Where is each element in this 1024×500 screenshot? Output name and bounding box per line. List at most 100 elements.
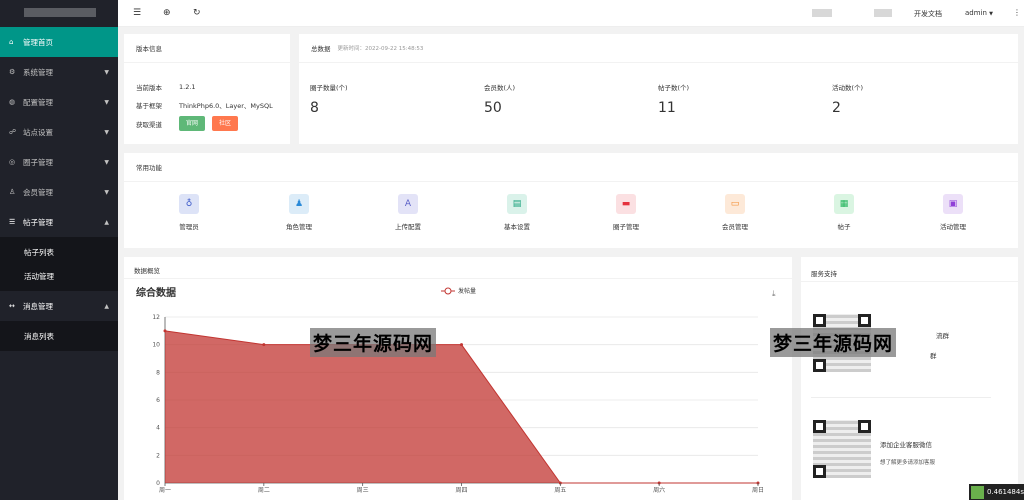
y-tick-label: 6 — [156, 397, 160, 404]
chevron-up-icon: ▲ — [104, 302, 109, 310]
x-tick-label: 周三 — [357, 487, 369, 494]
functions-card: 常用功能 — [124, 153, 1018, 248]
user-icon: ♙ — [9, 188, 16, 196]
stat-posts: 帖子数(个) 11 — [658, 84, 690, 116]
chevron-down-icon: ▼ — [104, 188, 109, 196]
y-tick-label: 0 — [156, 480, 160, 487]
func-role[interactable]: ♟ 角色管理 — [279, 194, 319, 231]
chevron-up-icon: ▲ — [104, 218, 109, 226]
logo — [0, 0, 118, 27]
service-subtext: 想了解更多请添加客服 — [880, 460, 936, 466]
perf-icon — [971, 485, 984, 499]
x-tick-label: 周一 — [159, 487, 171, 494]
role-icon: ♟ — [289, 194, 309, 214]
chevron-down-icon: ▼ — [104, 158, 109, 166]
x-tick-label: 周六 — [653, 486, 665, 494]
func-upload[interactable]: A 上传配置 — [388, 194, 428, 231]
data-point — [163, 329, 167, 333]
y-tick-label: 8 — [156, 369, 160, 376]
site-icon: ☍ — [9, 128, 17, 136]
x-tick-label: 周五 — [554, 487, 566, 494]
refresh-icon[interactable]: ↻ — [193, 8, 201, 18]
activity-icon: ▣ — [943, 194, 963, 214]
func-circle[interactable]: ▬ 圈子管理 — [606, 194, 646, 231]
x-tick-label: 周日 — [752, 487, 764, 494]
sub-item-message-list[interactable]: 消息列表 — [0, 324, 118, 348]
basic-settings-icon: ▤ — [507, 194, 527, 214]
home-icon: ⌂ — [9, 38, 14, 46]
post-icon: ☰ — [9, 218, 16, 226]
menu-item-member[interactable]: ♙ 会员管理 ▼ — [0, 177, 118, 207]
func-post[interactable]: ▦ 帖子 — [824, 194, 864, 231]
update-time: 更新时间：2022-09-22 15:48:53 — [337, 46, 424, 52]
blurred-item — [874, 9, 892, 17]
version-card: 版本信息 当前版本 1.2.1 基于框架 ThinkPhp6.0、Layer、MyS… — [124, 34, 290, 144]
docs-link[interactable]: 开发文档 — [914, 9, 942, 19]
func-member[interactable]: ▭ 会员管理 — [715, 194, 755, 231]
chevron-down-icon: ▼ — [989, 11, 994, 17]
card-title: 总数据 更新时间：2022-09-22 15:48:53 — [299, 34, 1018, 63]
chevron-down-icon: ▼ — [104, 128, 109, 136]
config-icon: ◍ — [9, 98, 16, 106]
chart: 综合数据 发帖量 ⤓ 0 2 4 6 8 10 12 周一 周二 周三 周四 周五 周六 周日 — [136, 286, 776, 494]
card-title: 服务支持 — [811, 270, 837, 278]
blurred-item — [812, 9, 832, 17]
series-area — [165, 330, 758, 483]
x-tick-label: 周四 — [455, 487, 467, 494]
settings-icon: ⚙ — [9, 68, 16, 76]
legend-item[interactable]: 发帖量 — [441, 287, 476, 295]
stat-circles: 圈子数量(个) 8 — [310, 84, 348, 116]
func-basic[interactable]: ▤ 基本设置 — [497, 194, 537, 231]
framework-row: 基于框架 ThinkPhp6.0、Layer、MySQL — [136, 102, 273, 110]
y-tick-label: 2 — [156, 452, 160, 459]
sub-item-activity[interactable]: 活动管理 — [0, 264, 118, 288]
menu-toggle-icon[interactable]: ☰ — [133, 8, 141, 18]
menu-item-post[interactable]: ☰ 帖子管理 ▲ — [0, 207, 118, 237]
menu-item-message[interactable]: ↔ 消息管理 ▲ — [0, 291, 118, 321]
globe-icon[interactable]: ⊕ — [163, 8, 171, 18]
chevron-down-icon: ▼ — [104, 98, 109, 106]
data-point — [262, 343, 266, 347]
channel-row: 获取渠道 官网 社区 — [136, 116, 245, 131]
func-admin[interactable]: ♁ 管理员 — [169, 194, 209, 231]
stat-activities: 活动数(个) 2 — [832, 84, 864, 116]
more-icon[interactable]: ⋮ — [1013, 8, 1021, 17]
sub-item-post-list[interactable]: 帖子列表 — [0, 240, 118, 264]
upload-icon: A — [398, 194, 418, 214]
menu-item-circle[interactable]: ◎ 圈子管理 ▼ — [0, 147, 118, 177]
community-button[interactable]: 社区 — [212, 116, 239, 131]
y-tick-label: 12 — [152, 314, 160, 321]
version-row: 当前版本 1.2.1 — [136, 83, 196, 92]
qr-code-wechat — [813, 420, 871, 478]
data-point — [460, 343, 463, 347]
watermark: 梦三年源码网 — [770, 328, 897, 357]
x-tick-label: 周二 — [258, 487, 270, 494]
card-title: 常用功能 — [124, 153, 1018, 182]
service-fragment: 群 — [930, 352, 937, 360]
menu-item-home[interactable]: ⌂ 管理首页 — [0, 27, 118, 57]
member-icon: ▭ — [725, 194, 745, 214]
chevron-down-icon: ▼ — [104, 68, 109, 76]
watermark: 梦三年源码网 — [310, 328, 437, 357]
chart-title: 综合数据 — [136, 286, 176, 299]
menu-item-system[interactable]: ⚙ 系统管理 ▼ — [0, 57, 118, 87]
stat-members: 会员数(人) 50 — [484, 84, 516, 116]
service-fragment: 流群 — [936, 332, 949, 340]
perf-badge: 0.461484s — [969, 484, 1024, 500]
card-title: 版本信息 — [124, 34, 290, 63]
user-menu[interactable]: admin ▼ — [965, 9, 993, 17]
circle-icon: ◎ — [9, 158, 16, 166]
y-tick-label: 4 — [156, 425, 160, 432]
service-text: 添加企业客服微信 — [880, 441, 932, 449]
post-manage-icon: ▦ — [834, 194, 854, 214]
download-icon[interactable]: ⤓ — [772, 289, 776, 298]
sidebar: ⌂ 管理首页 ⚙ 系统管理 ▼ ◍ 配置管理 ▼ ☍ 站点设置 ▼ ◎ 圈子管理 ▼ ♙ 会员管理 ▼… — [0, 0, 118, 500]
y-tick-label: 10 — [152, 342, 160, 349]
official-site-button[interactable]: 官网 — [179, 116, 206, 131]
message-icon: ↔ — [9, 302, 15, 310]
menu-item-site[interactable]: ☍ 站点设置 ▼ — [0, 117, 118, 147]
func-activity[interactable]: ▣ 活动管理 — [933, 194, 973, 231]
legend-label: 发帖量 — [458, 287, 476, 295]
circle-manage-icon: ▬ — [616, 194, 636, 214]
menu-item-config[interactable]: ◍ 配置管理 ▼ — [0, 87, 118, 117]
